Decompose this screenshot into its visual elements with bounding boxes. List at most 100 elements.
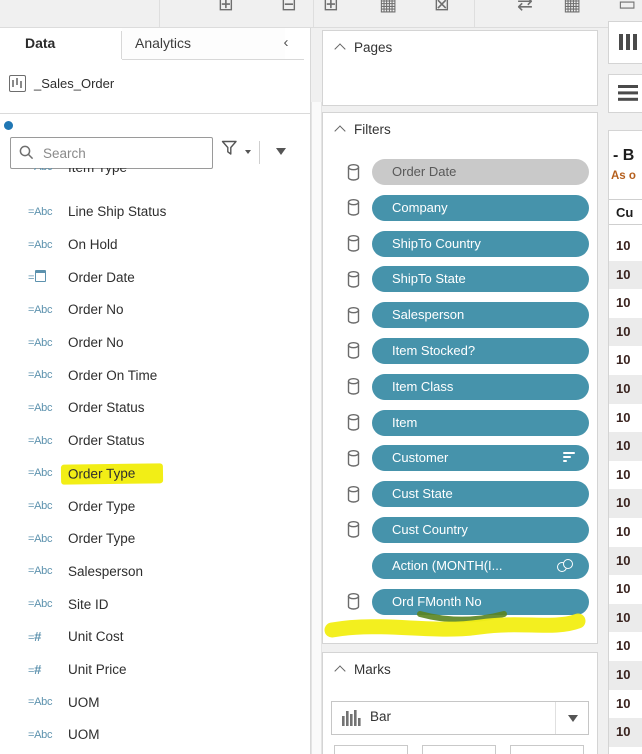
filter-pill[interactable]: Customer [372,445,589,471]
grid-cell[interactable]: 10 [609,718,642,747]
field-label: UOM [68,695,100,710]
filter-pill[interactable]: Item Class [372,374,589,400]
new-worksheet-icon[interactable]: ⊞ [323,0,339,18]
field-item[interactable]: = Order Date [0,261,300,294]
divider [259,141,260,164]
filter-pill[interactable]: Ord FMonth No [372,589,589,615]
field-item[interactable]: =Abc UOM [0,719,300,752]
datasource-icon [9,75,26,92]
add-data-icon[interactable]: ⊞ [218,0,234,18]
grid-cell[interactable]: 10 [609,346,642,375]
field-item[interactable]: =Abc Order Type [0,522,300,555]
mark-type-dropdown[interactable]: Bar [331,701,589,735]
pause-updates-icon[interactable]: ⊟ [281,0,297,18]
grid-cell[interactable]: 10 [609,518,642,547]
filter-pill-label: Action (MONTH(I... [392,558,503,573]
grid-cell[interactable]: 10 [609,604,642,633]
grid-cell[interactable]: 10 [609,289,642,318]
field-item[interactable]: =# Unit Price [0,653,300,686]
field-list-scrollbar[interactable] [311,102,322,754]
grid-cell[interactable]: 10 [609,375,642,404]
show-me-grid-icon[interactable]: ▦ [379,0,397,18]
data-panel: Data Analytics ‹ _Sales_Order [0,28,311,754]
grid-cell[interactable]: 10 [609,432,642,461]
field-item[interactable]: =Abc Order No [0,294,300,327]
dropdown-caret-icon[interactable] [568,715,578,722]
filter-pill[interactable]: Cust State [372,481,589,507]
field-item[interactable]: =Abc Order Status [0,424,300,457]
field-item[interactable]: =Abc Order On Time [0,359,300,392]
grid-cell[interactable]: 10 [609,404,642,433]
worksheet-view[interactable]: - B As o Cu 1010101010101010101010101010… [608,130,642,754]
filter-pill[interactable]: Item [372,410,589,436]
grid-cell[interactable]: 10 [609,661,642,690]
marks-card[interactable]: Marks Bar [322,652,598,754]
mark-type-value: Bar [370,709,391,724]
field-type-icon: =Abc [28,239,68,251]
fields-menu-caret-icon[interactable] [276,148,286,155]
mark-text-button[interactable] [510,745,584,754]
sort-icon[interactable]: ▦ [563,0,581,18]
tab-analytics[interactable]: Analytics [122,28,285,60]
field-type-icon: =# [28,629,68,644]
filters-shelf[interactable]: Filters Order Date Company [322,112,598,644]
field-item[interactable]: =Abc Order Type [0,490,300,523]
collapse-chevron-icon[interactable] [334,125,345,136]
field-item[interactable]: =Abc Site ID [0,588,300,621]
filter-pill[interactable]: Action (MONTH(I... [372,553,589,579]
field-item[interactable]: =Abc Line Ship Status [0,196,300,229]
grid-cell[interactable]: 10 [609,461,642,490]
datasource-item[interactable]: _Sales_Order [0,68,310,102]
grid-cell[interactable]: 10 [609,318,642,347]
grid-cell[interactable]: 10 [609,632,642,661]
grid-cell[interactable]: 10 [609,489,642,518]
field-label: Order Status [68,433,145,448]
filter-pill-row: Action (MONTH(I... [323,553,597,579]
collapse-chevron-icon[interactable] [334,43,345,54]
columns-shelf[interactable] [608,21,642,64]
grid-cell[interactable]: 10 [609,575,642,604]
filter-pill[interactable]: Order Date [372,159,589,185]
filter-pill[interactable]: ShipTo State [372,266,589,292]
filter-pill-row: ShipTo Country [323,231,597,257]
filter-pill-row: Cust State [323,481,597,507]
filter-pill-label: Item Stocked? [392,343,475,358]
mark-color-button[interactable] [334,745,408,754]
search-box[interactable] [10,137,213,169]
collapse-pane-icon[interactable]: ‹ [268,28,304,60]
filter-pill[interactable]: Cust Country [372,517,589,543]
mark-size-button[interactable] [422,745,496,754]
filter-pill[interactable]: ShipTo Country [372,231,589,257]
filter-pill[interactable]: Item Stocked? [372,338,589,364]
collapse-chevron-icon[interactable] [334,665,345,676]
search-input[interactable] [41,140,210,166]
field-type-icon: =Abc [28,337,68,349]
tableau-window: ⊞ ⊟ ⊞ ▦ ⊠ ⇄ ▦ ▭ Data Analytics ‹ _Sales_Order [0,0,642,754]
field-item[interactable]: =Abc Salesperson [0,555,300,588]
field-item[interactable]: =Abc Order No [0,326,300,359]
grid-cell[interactable]: 10 [609,547,642,576]
grid-cell[interactable]: 10 [609,261,642,290]
swap-axes-icon[interactable]: ⇄ [517,0,533,18]
funnel-icon [221,140,238,156]
field-item[interactable]: =Abc Item Type [0,168,300,184]
field-item[interactable]: =Abc On Hold [0,228,300,261]
field-item[interactable]: =Abc UOM [0,686,300,719]
clear-sheet-icon[interactable]: ⊠ [434,0,450,18]
field-item[interactable]: =Abc Order Type [0,457,300,490]
rows-icon [618,85,638,88]
toolbar: ⊞ ⊟ ⊞ ▦ ⊠ ⇄ ▦ ▭ [0,0,642,28]
field-item[interactable]: =Abc Order Status [0,392,300,425]
grid-cell[interactable]: 10 [609,690,642,719]
highlight-icon[interactable]: ▭ [618,0,636,18]
field-type-icon: =Abc [28,598,68,610]
field-row-partial[interactable]: =Abc Item Type [0,168,300,184]
rows-shelf[interactable] [608,74,642,113]
pages-shelf[interactable]: Pages [322,30,598,106]
grid-column-header[interactable]: Cu [609,199,642,225]
filter-pill[interactable]: Company [372,195,589,221]
filter-pill[interactable]: Salesperson [372,302,589,328]
field-item[interactable]: =# Unit Cost [0,620,300,653]
filter-fields-button[interactable] [221,140,251,164]
grid-cell[interactable]: 10 [609,232,642,261]
